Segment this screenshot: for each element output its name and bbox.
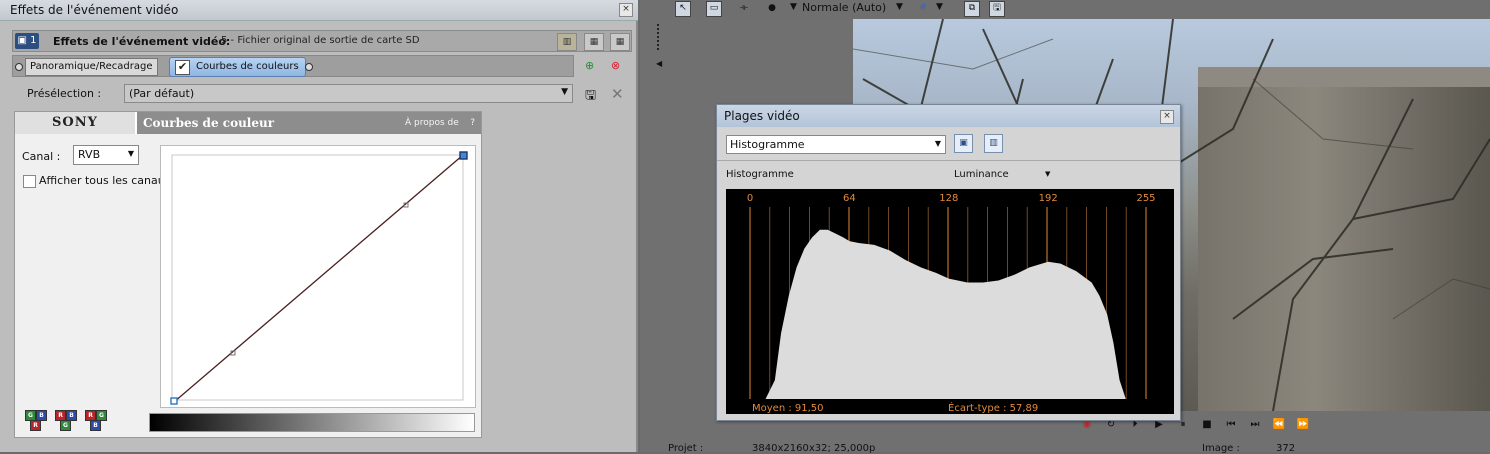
fx-title-value: 5 - Fichier original de sortie de carte … xyxy=(221,35,420,46)
chevron-down-icon[interactable]: ▼ xyxy=(1045,170,1050,178)
rgb-preset-rbg-icon[interactable]: R B G xyxy=(55,410,79,432)
view-grid-icon[interactable]: ▦ xyxy=(610,33,630,51)
panel-close-button[interactable]: × xyxy=(619,3,633,17)
status-frame-label: Image : xyxy=(1202,443,1240,454)
stop-icon[interactable]: ■ xyxy=(1200,418,1214,432)
about-label: À propos de xyxy=(405,118,459,128)
channel-select[interactable]: Luminance xyxy=(954,169,1009,180)
chain-item-pan-crop[interactable]: Panoramique/Recadrage xyxy=(25,58,158,76)
scopes-title-bar[interactable]: Plages vidéo × xyxy=(717,105,1180,127)
chain-start-dot xyxy=(15,63,23,71)
histogram-svg: 0 64 128 192 255 Moyen : 91,50 Écart-type : … xyxy=(747,193,1156,414)
histogram-mean: Moyen : 91,50 xyxy=(752,403,824,414)
fx-count: 1 xyxy=(30,35,37,46)
scopes-title: Plages vidéo xyxy=(724,109,800,123)
sony-logo: SONY xyxy=(15,112,137,134)
scope-mode-select[interactable]: Histogramme ▼ xyxy=(726,135,946,154)
preset-select[interactable]: (Par défaut) ▼ xyxy=(124,84,573,103)
chevron-down-icon[interactable]: ▼ xyxy=(896,2,903,12)
panel-grip-handle[interactable] xyxy=(657,24,663,50)
channel-value: RVB xyxy=(78,148,101,161)
curve-endpoint-black[interactable] xyxy=(170,397,178,405)
histogram-tick-label: 64 xyxy=(843,193,856,204)
update-scopes-icon[interactable]: ▥ xyxy=(984,134,1003,153)
fx-title-label: Effets de l'événement vidéo: xyxy=(53,35,231,48)
luminance-gradient-bar xyxy=(149,413,475,432)
split-screen-icon[interactable]: ⟛ xyxy=(736,1,752,17)
status-project-value: 3840x2160x32; 25,000p xyxy=(752,443,876,454)
show-all-channels-checkbox[interactable] xyxy=(23,175,36,188)
video-fx-panel: Effets de l'événement vidéo × ▣ 1 Effets… xyxy=(0,0,638,452)
prev-frame-icon[interactable]: ⏮ xyxy=(1224,418,1238,432)
show-all-channels-label: Afficher tous les canaux xyxy=(39,174,172,187)
checkmark-icon[interactable]: ✔ xyxy=(175,60,190,75)
curve-line[interactable] xyxy=(173,154,464,403)
histogram-tick-label: 255 xyxy=(1136,193,1155,204)
cursor-icon[interactable]: ↖ xyxy=(675,1,691,17)
histogram-label: Histogramme xyxy=(726,169,794,180)
histogram-plot: 0 64 128 192 255 Moyen : 91,50 Écart-type : … xyxy=(726,189,1174,414)
monitor-icon[interactable]: ▭ xyxy=(706,1,722,17)
help-icon[interactable]: ? xyxy=(470,118,475,128)
histogram-tick-labels: 0 64 128 192 255 xyxy=(747,193,1156,204)
histogram-tick-label: 0 xyxy=(747,193,753,204)
color-curves-plugin: SONY Courbes de couleur À propos de ? Ca… xyxy=(14,111,482,438)
status-project-label: Projet : xyxy=(668,443,704,454)
channel-g-chip: G xyxy=(60,420,71,431)
preview-toolbar: ↖ ▭ ⟛ ● ▼ Normale (Auto) ▼ # ▼ ⧉ 🖫 xyxy=(640,0,1490,18)
chain-end-dot xyxy=(305,63,313,71)
film-icon: ▣ xyxy=(17,35,27,46)
plugin-title: Courbes de couleur xyxy=(143,116,275,130)
panel-title-bar: Effets de l'événement vidéo × xyxy=(0,0,638,21)
channel-b-chip: B xyxy=(90,420,101,431)
delete-preset-icon[interactable]: ✕ xyxy=(611,85,624,103)
copy-snapshot-icon[interactable]: ⧉ xyxy=(964,1,980,17)
view-list-icon[interactable]: ▦ xyxy=(584,33,604,51)
save-preset-icon[interactable]: 🖫 xyxy=(585,86,596,108)
channel-label: Canal : xyxy=(22,150,61,163)
next-marker-icon[interactable]: ⏩ xyxy=(1296,418,1310,432)
scopes-divider xyxy=(717,160,1180,161)
rgb-preset-gbr-icon[interactable]: G B R xyxy=(25,410,49,432)
next-frame-icon[interactable]: ⏭ xyxy=(1248,418,1262,432)
video-scopes-window: Plages vidéo × Histogramme ▼ ▣ ▥ Histogr… xyxy=(716,104,1181,421)
fx-chain: Panoramique/Recadrage ✔ Courbes de coule… xyxy=(12,55,574,77)
view-single-icon[interactable]: ▥ xyxy=(557,33,577,51)
scope-mode-value: Histogramme xyxy=(730,138,805,151)
chevron-down-icon: ▼ xyxy=(127,149,134,158)
prev-marker-icon[interactable]: ⏪ xyxy=(1272,418,1286,432)
histogram-stddev: Écart-type : 57,89 xyxy=(948,401,1038,414)
chevron-down-icon: ▼ xyxy=(934,139,941,148)
status-frame-value: 372 xyxy=(1276,443,1296,454)
plugin-header: SONY Courbes de couleur À propos de ? xyxy=(15,112,481,134)
chevron-down-icon[interactable]: ▼ xyxy=(936,2,943,12)
chain-item-color-curves[interactable]: ✔ Courbes de couleurs xyxy=(169,57,306,77)
histogram-tick-label: 192 xyxy=(1039,193,1058,204)
save-snapshot-icon[interactable]: 🖫 xyxy=(989,1,1005,17)
curve-svg[interactable] xyxy=(161,146,475,407)
channel-select[interactable]: RVB ▼ xyxy=(73,145,139,165)
curve-editor[interactable] xyxy=(160,145,476,408)
fx-badge: ▣ 1 xyxy=(15,33,39,49)
preset-label: Présélection : xyxy=(27,87,102,100)
overlay-icon[interactable]: ● xyxy=(764,1,780,17)
panel-title: Effets de l'événement vidéo xyxy=(10,3,179,17)
add-fx-icon[interactable]: ⊕ xyxy=(585,59,594,72)
grid-overlay-icon[interactable]: # xyxy=(915,1,931,17)
preset-value: (Par défaut) xyxy=(129,87,195,100)
chain-item-label: Courbes de couleurs xyxy=(196,61,299,72)
remove-fx-icon[interactable]: ⊗ xyxy=(611,59,620,72)
chevron-down-icon: ▼ xyxy=(561,87,568,97)
rgb-preset-rgb-icon[interactable]: R G B xyxy=(85,410,109,432)
chevron-down-icon[interactable]: ▼ xyxy=(790,2,797,12)
preview-quality-select[interactable]: Normale (Auto) xyxy=(802,1,886,14)
studio-rgb-icon[interactable]: ▣ xyxy=(954,134,973,153)
channel-r-chip: R xyxy=(30,420,41,431)
chevron-left-icon[interactable]: ◀ xyxy=(656,59,662,68)
scopes-close-button[interactable]: × xyxy=(1160,110,1174,124)
fx-header: ▣ 1 Effets de l'événement vidéo: 5 - Fic… xyxy=(12,30,632,52)
curve-endpoint-white[interactable] xyxy=(459,151,468,160)
about-link[interactable]: À propos de ? xyxy=(405,118,475,128)
histogram-tick-label: 128 xyxy=(939,193,958,204)
